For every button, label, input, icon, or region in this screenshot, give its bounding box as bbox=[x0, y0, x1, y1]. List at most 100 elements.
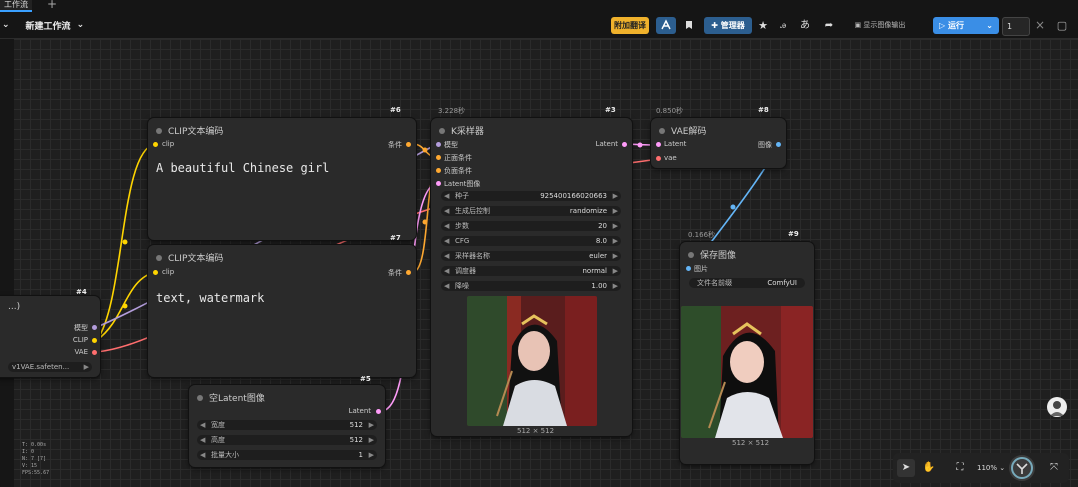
control-after-generate-widget[interactable]: ◀ 生成后控制 randomize ▶ bbox=[441, 206, 621, 216]
checkpoint-select[interactable]: v1VAE.safeten... ▶ bbox=[8, 362, 92, 372]
node-id-badge: #9 bbox=[788, 230, 799, 238]
output-label: CLIP bbox=[72, 336, 88, 344]
translate-toggle-button[interactable]: あ bbox=[798, 17, 812, 34]
input-socket[interactable] bbox=[686, 266, 691, 271]
chevron-down-icon: ⌄ bbox=[986, 21, 993, 30]
run-label: 运行 bbox=[947, 21, 964, 30]
output-socket[interactable] bbox=[622, 142, 627, 147]
steps-widget[interactable]: ◀ 步数 20 ▶ bbox=[441, 221, 621, 231]
minimap-toggle-button[interactable] bbox=[1009, 455, 1035, 481]
input-label: vae bbox=[664, 154, 677, 162]
saved-image[interactable] bbox=[681, 306, 813, 438]
share-button[interactable]: ➦ bbox=[822, 17, 836, 34]
logo-icon bbox=[1011, 457, 1033, 479]
workflow-menu[interactable]: ⌄ 新建工作流 ⌄ bbox=[2, 18, 84, 32]
output-label: 图像 bbox=[758, 141, 772, 149]
output-label: 条件 bbox=[388, 141, 402, 149]
share-icon: ➦ bbox=[824, 20, 834, 31]
output-socket[interactable] bbox=[92, 325, 97, 330]
vae-decode-node[interactable]: VAE解码 Latent vae 图像 bbox=[651, 118, 786, 168]
height-widget[interactable]: ◀ 高度 512 ▶ bbox=[197, 435, 377, 445]
output-label: 条件 bbox=[388, 269, 402, 277]
width-widget[interactable]: ◀ 宽度 512 ▶ bbox=[197, 420, 377, 430]
font-button[interactable]: ꭿ bbox=[776, 17, 790, 34]
input-label: 负面条件 bbox=[444, 167, 472, 175]
preview-image[interactable] bbox=[467, 296, 597, 426]
output-socket[interactable] bbox=[92, 350, 97, 355]
input-socket[interactable] bbox=[656, 156, 661, 161]
output-socket[interactable] bbox=[406, 270, 411, 275]
focus-mode-button[interactable]: ⤧ bbox=[1045, 459, 1063, 477]
focus-icon: ⤧ bbox=[1050, 462, 1058, 473]
tab-workflow[interactable]: 工作流 bbox=[0, 0, 32, 12]
stats-overlay: T: 0.00s I: 0 N: 7 [7] V: 15 FPS:55.67 bbox=[22, 442, 49, 477]
filename-prefix-widget[interactable]: 文件名前缀 ComfyUI bbox=[689, 278, 805, 288]
run-button[interactable]: ▷ 运行 ⌄ bbox=[933, 17, 999, 34]
queue-count-input[interactable]: 1 bbox=[1002, 17, 1030, 36]
execution-time: 0.166秒 bbox=[688, 231, 716, 239]
prompt-textarea[interactable]: text, watermark bbox=[156, 291, 264, 305]
ksampler-node[interactable]: K采样器 模型 正面条件 负面条件 Latent图像 Latent ◀ 种子 925… bbox=[431, 118, 632, 436]
input-socket[interactable] bbox=[436, 168, 441, 173]
batch-size-widget[interactable]: ◀ 批量大小 1 ▶ bbox=[197, 450, 377, 460]
left-sidebar bbox=[0, 39, 14, 487]
bookmark-button[interactable] bbox=[682, 17, 696, 34]
pointer-tool-button[interactable]: ➤ bbox=[897, 459, 915, 477]
node-id-badge: #6 bbox=[390, 106, 401, 114]
puzzle-icon: ✚ bbox=[711, 21, 718, 30]
output-socket[interactable] bbox=[376, 409, 381, 414]
manager-button[interactable]: ✚ 管理器 bbox=[704, 17, 752, 34]
hand-icon: ✋ bbox=[922, 462, 936, 473]
input-socket[interactable] bbox=[656, 142, 661, 147]
add-tab-button[interactable]: + bbox=[47, 0, 57, 11]
node-title: 空Latent图像 bbox=[197, 391, 265, 404]
seed-widget[interactable]: ◀ 种子 925400166020663 ▶ bbox=[441, 191, 621, 201]
empty-latent-node[interactable]: 空Latent图像 Latent ◀ 宽度 512 ▶ ◀ 高度 512 ▶ ◀ 批量大小 1 ▶ bbox=[189, 385, 385, 467]
star-button[interactable]: ★ bbox=[756, 17, 770, 34]
chevron-down-icon: ⌄ bbox=[999, 464, 1006, 472]
workflow-name: 新建工作流 bbox=[25, 21, 71, 32]
scheduler-widget[interactable]: ◀ 调度器 normal ▶ bbox=[441, 266, 621, 276]
save-image-node[interactable]: 保存图像 图片 文件名前缀 ComfyUI 512 × 512 bbox=[680, 242, 814, 464]
input-socket[interactable] bbox=[153, 142, 158, 147]
output-socket[interactable] bbox=[406, 142, 411, 147]
execution-time: 0.850秒 bbox=[656, 107, 684, 115]
fit-view-button[interactable]: ⛶ bbox=[951, 459, 969, 477]
panel-icon: ▢ bbox=[1056, 19, 1068, 32]
node-id-badge: #7 bbox=[390, 234, 401, 242]
input-label: Latent bbox=[664, 140, 687, 148]
output-label: Latent bbox=[348, 407, 371, 415]
node-id-badge: #4 bbox=[76, 288, 87, 296]
font-toggle-button[interactable] bbox=[656, 17, 676, 34]
input-socket[interactable] bbox=[436, 142, 441, 147]
clip-text-encode-node-positive[interactable]: CLIP文本编码 clip 条件 A beautiful Chinese gir… bbox=[148, 118, 416, 240]
output-socket[interactable] bbox=[92, 338, 97, 343]
avatar[interactable] bbox=[1047, 397, 1067, 417]
zoom-control[interactable]: 110% ⌄ bbox=[977, 459, 1005, 477]
translate-icon: あ bbox=[800, 20, 810, 31]
output-socket[interactable] bbox=[776, 142, 781, 147]
node-id-badge: #3 bbox=[605, 106, 616, 114]
hand-tool-button[interactable]: ✋ bbox=[920, 459, 938, 477]
cfg-widget[interactable]: ◀ CFG 8.0 ▶ bbox=[441, 236, 621, 246]
clip-text-encode-node-negative[interactable]: CLIP文本编码 clip 条件 text, watermark bbox=[148, 245, 416, 377]
stat-line: N: 7 [7] bbox=[22, 456, 47, 462]
sampler-name-widget[interactable]: ◀ 采样器名称 euler ▶ bbox=[441, 251, 621, 261]
node-id-badge: #5 bbox=[360, 375, 371, 383]
portrait-picture bbox=[467, 296, 597, 426]
translate-button[interactable]: 附加翻译 bbox=[611, 17, 649, 34]
stat-line: I: 0 bbox=[22, 449, 35, 455]
chevron-down-icon: ⌄ bbox=[2, 20, 10, 30]
input-socket[interactable] bbox=[436, 155, 441, 160]
input-label: Latent图像 bbox=[444, 180, 481, 188]
denoise-widget[interactable]: ◀ 降噪 1.00 ▶ bbox=[441, 281, 621, 291]
input-socket[interactable] bbox=[436, 181, 441, 186]
checkpoint-loader-node[interactable]: ...) 模型 CLIP VAE v1VAE.safeten... ▶ bbox=[0, 296, 100, 377]
input-socket[interactable] bbox=[153, 270, 158, 275]
close-button[interactable]: × bbox=[1034, 17, 1046, 34]
panel-button[interactable]: ▢ bbox=[1056, 17, 1068, 34]
prompt-textarea[interactable]: A beautiful Chinese girl bbox=[156, 161, 329, 175]
show-image-toggle[interactable]: ▣ 显示图像输出 bbox=[848, 17, 912, 34]
node-title: 保存图像 bbox=[688, 248, 736, 261]
input-label: 模型 bbox=[444, 141, 458, 149]
